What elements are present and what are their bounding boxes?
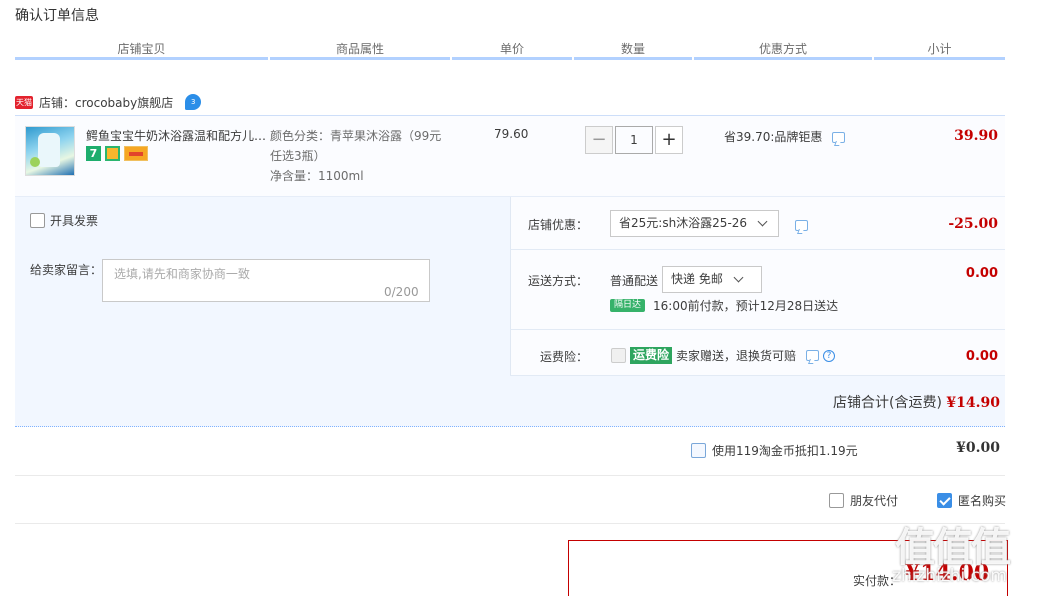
invoice-label: 开具发票 [50, 214, 99, 228]
qty-input[interactable]: 1 [615, 126, 653, 154]
next-day-badge: 隔日达 [610, 299, 646, 312]
shop-name[interactable]: 店铺：crocobaby旗舰店 [39, 94, 173, 111]
divider [510, 249, 1005, 250]
delivery-eta: 隔日达 16:00前付款，预计12月28日送达 [610, 297, 838, 314]
col-discount: 优惠方式 [694, 38, 872, 60]
coins-amount: ¥0.00 [956, 440, 1000, 456]
divider [15, 475, 1005, 476]
message-counter: 0/200 [384, 285, 419, 299]
insurance-label: 运费险： [539, 350, 588, 364]
col-quantity: 数量 [574, 38, 692, 60]
page-title: 确认订单信息 [15, 8, 99, 24]
chevron-down-icon [757, 216, 768, 227]
col-subtotal: 小计 [874, 38, 1005, 60]
col-shop-item: 店铺宝贝 [15, 38, 268, 60]
table-header: 店铺宝贝 商品属性 单价 数量 优惠方式 小计 [15, 38, 1005, 64]
shipping-amount: 0.00 [965, 266, 998, 281]
divider [510, 375, 1005, 376]
anonymous-option[interactable]: 匿名购买 [937, 492, 1006, 509]
shipping-method: 普通配送 [610, 274, 659, 288]
coins-option[interactable]: 使用119淘金币抵扣1.19元 [691, 442, 858, 459]
store-discount-label: 店铺优惠： [527, 218, 588, 232]
qty-increase-button[interactable]: + [655, 126, 683, 154]
store-total-label: 店铺合计(含运费) [833, 395, 942, 411]
watermark-logo: 值值值 [895, 525, 1011, 571]
wangwang-chat-icon[interactable]: 3 [185, 94, 202, 110]
delivery-eta-text: 16:00前付款，预计12月28日送达 [653, 299, 839, 313]
divider [510, 329, 1005, 330]
help-icon[interactable]: ? [823, 349, 836, 362]
seven-day-return-icon: 7 [86, 146, 101, 161]
shop-row: 天猫 店铺：crocobaby旗舰店 3 [15, 92, 202, 112]
shipping-value: 快递 免邮 [671, 272, 723, 286]
store-discount-value: 省25元:sh沐浴露25-26 [619, 216, 748, 230]
anonymous-checkbox[interactable] [937, 493, 952, 508]
friend-pay-checkbox[interactable] [829, 493, 844, 508]
attr-color-cont: 任选3瓶） [270, 149, 326, 163]
anonymous-label: 匿名购买 [958, 494, 1007, 508]
promo-text: 省39.70:品牌钜惠 [724, 128, 846, 145]
comment-icon[interactable] [806, 350, 820, 361]
store-discount-select[interactable]: 省25元:sh沐浴露25-26 [610, 210, 779, 237]
chevron-down-icon [733, 272, 744, 283]
store-total-amount: ¥14.90 [946, 395, 1000, 411]
tmall-icon: 天猫 [15, 95, 33, 109]
message-placeholder: 选填,请先和商家协商一致 [114, 267, 250, 281]
divider [15, 523, 1005, 524]
product-thumbnail[interactable] [25, 126, 75, 176]
insurance-text: 卖家赠送，退换货可赔 [676, 349, 797, 363]
insurance-badge: 运费险 [630, 347, 673, 364]
invoice-option[interactable]: 开具发票 [30, 212, 98, 229]
insurance-checkbox [611, 348, 626, 363]
comment-icon[interactable] [832, 132, 846, 143]
comment-icon[interactable] [795, 220, 808, 231]
store-total: 店铺合计(含运费) ¥14.90 [790, 392, 1000, 412]
insurance-amount: 0.00 [965, 349, 998, 364]
insurance-row: 运费险 卖家赠送，退换货可赔 ? [611, 347, 836, 364]
item-subtotal: 39.90 [954, 128, 998, 144]
col-attributes: 商品属性 [270, 38, 450, 60]
credit-card-icon [124, 146, 148, 161]
guarantee-icon [105, 146, 120, 161]
invoice-checkbox[interactable] [30, 213, 45, 228]
coins-label: 使用119淘金币抵扣1.19元 [712, 444, 858, 458]
friend-pay-option[interactable]: 朋友代付 [829, 492, 898, 509]
qty-decrease-button[interactable]: − [585, 126, 613, 154]
service-icons: 7 [86, 146, 148, 161]
unit-price: 79.60 [494, 127, 529, 141]
quantity-stepper: − 1 + [585, 126, 683, 154]
attr-color: 颜色分类：青苹果沐浴露（99元 [270, 129, 442, 143]
message-label: 给卖家留言： [30, 263, 103, 277]
watermark-url: zhizhizhi.com [892, 566, 1007, 586]
attr-volume: 净含量：1100ml [270, 169, 364, 183]
coins-checkbox[interactable] [691, 443, 706, 458]
friend-pay-label: 朋友代付 [850, 494, 899, 508]
store-discount-amount: -25.00 [948, 216, 998, 232]
shipping-label: 运送方式： [527, 274, 588, 288]
product-title[interactable]: 鳄鱼宝宝牛奶沐浴露温和配方儿… [86, 127, 266, 144]
shipping-select[interactable]: 快递 免邮 [662, 266, 762, 293]
col-unit-price: 单价 [452, 38, 572, 60]
promo-label: 省39.70:品牌钜惠 [724, 130, 823, 144]
